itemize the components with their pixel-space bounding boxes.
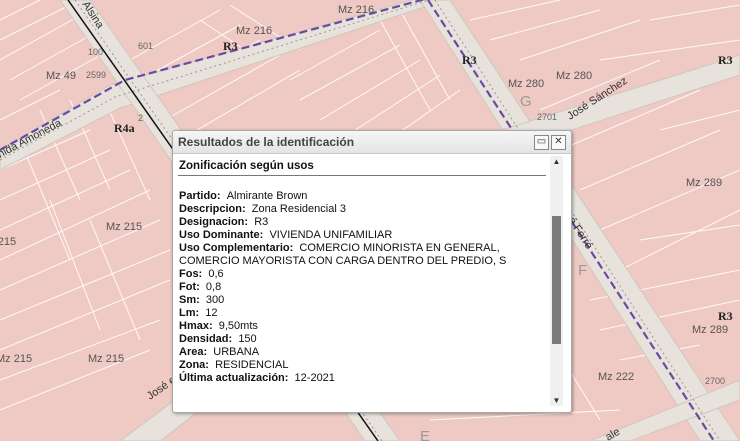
popup-title: Resultados de la identificación xyxy=(178,135,355,149)
attribute-value: 12 xyxy=(205,307,218,319)
section-title: Zonificación según usos xyxy=(178,156,546,176)
attribute-row: Uso Dominante: VIVIENDA UNIFAMILIAR xyxy=(179,229,549,242)
block-label: Mz 215 xyxy=(0,353,32,365)
block-label: Mz 280 xyxy=(508,78,544,90)
popup-content: Zonificación según usos Partido: Almiran… xyxy=(178,156,549,408)
attribute-value: Zona Residencial 3 xyxy=(251,203,346,215)
attribute-label: Descripcion: xyxy=(179,203,246,215)
attribute-label: Uso Complementario: xyxy=(179,242,294,254)
attribute-label: Area: xyxy=(179,346,208,358)
block-label: Mz 215 xyxy=(106,221,142,233)
attribute-row: Hmax: 9,50mts xyxy=(179,320,549,333)
attribute-label: Fot: xyxy=(179,281,200,293)
attribute-row: Lm: 12 xyxy=(179,307,549,320)
block-label: Mz 289 xyxy=(686,177,722,189)
attribute-value: R3 xyxy=(254,216,269,228)
attribute-row: Fot: 0,8 xyxy=(179,281,549,294)
attribute-value: 0,8 xyxy=(205,281,222,293)
zone-label: R3 xyxy=(462,53,477,67)
attribute-value: RESIDENCIAL xyxy=(215,359,289,371)
attribute-label: Sm: xyxy=(179,294,200,306)
attribute-row: Uso Complementario: COMERCIO MINORISTA E… xyxy=(179,242,549,268)
attribute-value: 12-2021 xyxy=(294,372,335,384)
block-label: Mz 215 xyxy=(88,353,124,365)
restore-icon: ▭ xyxy=(536,136,547,147)
attribute-row: Última actualización: 12-2021 xyxy=(179,372,549,385)
scrollbar-thumb[interactable] xyxy=(552,216,561,344)
attribute-label: Designacion: xyxy=(179,216,249,228)
attribute-value: 9,50mts xyxy=(218,320,258,332)
attribute-value: URBANA xyxy=(213,346,260,358)
attribute-label: Hmax: xyxy=(179,320,213,332)
block-label: Mz 215 xyxy=(0,236,16,248)
close-icon: ✕ xyxy=(554,136,563,147)
attribute-row: Area: URBANA xyxy=(179,346,549,359)
block-label: Mz 216 xyxy=(338,4,374,16)
block-label: Mz 222 xyxy=(598,371,634,383)
attribute-value: VIVIENDA UNIFAMILIAR xyxy=(269,229,393,241)
zone-label: R3 xyxy=(718,53,733,67)
close-button[interactable]: ✕ xyxy=(551,135,566,150)
attribute-row: Partido: Almirante Brown xyxy=(179,190,549,203)
attribute-label: Zona: xyxy=(179,359,209,371)
block-label: Mz 280 xyxy=(556,70,592,82)
attribute-label: Uso Dominante: xyxy=(179,229,264,241)
lot-number: 2700 xyxy=(705,376,725,386)
attribute-row: Densidad: 150 xyxy=(179,333,549,346)
attribute-row: Descripcion: Zona Residencial 3 xyxy=(179,203,549,216)
attribute-row: Sm: 300 xyxy=(179,294,549,307)
popup-header[interactable]: Resultados de la identificación ▭ ✕ xyxy=(173,131,571,154)
lot-number: 2701 xyxy=(537,112,557,122)
block-letter: E xyxy=(420,428,430,441)
lot-number: 2599 xyxy=(86,70,106,80)
scroll-down-icon[interactable]: ▼ xyxy=(550,396,563,405)
lot-number: 100 xyxy=(88,47,103,57)
zone-label: R3 xyxy=(718,309,733,323)
attribute-row: Fos: 0,6 xyxy=(179,268,549,281)
attribute-value: 150 xyxy=(238,333,257,345)
popup-scrollbar[interactable]: ▲ ▼ xyxy=(550,156,563,406)
restore-button[interactable]: ▭ xyxy=(534,135,549,150)
lot-number: 601 xyxy=(138,41,153,51)
block-label: Mz 216 xyxy=(236,25,272,37)
block-letter: F xyxy=(578,262,587,279)
identify-results-popup: Resultados de la identificación ▭ ✕ Zoni… xyxy=(172,130,572,413)
zone-label: R4a xyxy=(114,121,135,135)
attribute-label: Densidad: xyxy=(179,333,233,345)
attribute-label: Partido: xyxy=(179,190,221,202)
zone-label: R3 xyxy=(223,39,238,53)
attribute-label: Fos: xyxy=(179,268,203,280)
attribute-row: Zona: RESIDENCIAL xyxy=(179,359,549,372)
attribute-row: Designacion: R3 xyxy=(179,216,549,229)
attribute-label: Lm: xyxy=(179,307,200,319)
block-letter: G xyxy=(520,93,532,110)
attribute-value: Almirante Brown xyxy=(226,190,308,202)
attribute-value: 300 xyxy=(205,294,225,306)
attribute-label: Última actualización: xyxy=(179,372,289,384)
lot-number: 2 xyxy=(138,113,143,123)
scroll-up-icon[interactable]: ▲ xyxy=(550,157,563,166)
attribute-value: 0,6 xyxy=(208,268,224,280)
block-label: Mz 289 xyxy=(692,324,728,336)
attribute-list: Partido: Almirante Brown Descripcion: Zon… xyxy=(178,190,549,385)
block-label: Mz 49 xyxy=(46,70,76,82)
